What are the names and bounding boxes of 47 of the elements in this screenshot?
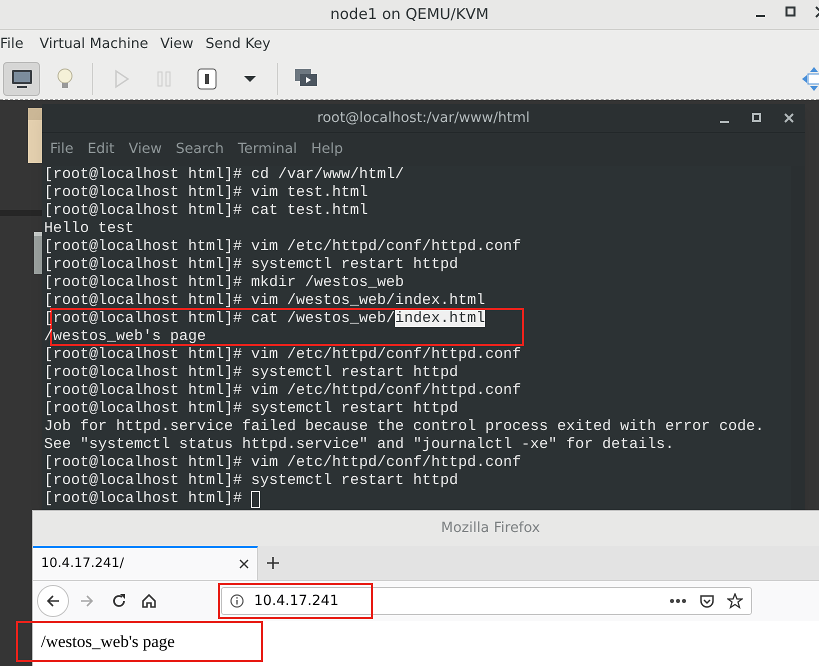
- terminal-line: [root@localhost html]# vim /etc/httpd/conf/httpd.conf: [44, 346, 522, 364]
- menu-item[interactable]: Virtual Machine: [35, 34, 152, 54]
- menu-item[interactable]: View: [156, 34, 198, 54]
- terminal-line: [root@localhost html]# systemctl restart httpd: [44, 400, 458, 418]
- terminal-line: [root@localhost html]# mkdir /westos_web: [44, 274, 404, 292]
- terminal-line: [root@localhost html]# systemctl restart httpd: [44, 364, 458, 382]
- plus-icon[interactable]: [266, 556, 280, 570]
- page-text: /westos_web's page: [41, 632, 175, 651]
- maximize-icon[interactable]: [785, 6, 797, 18]
- menu-item[interactable]: File: [46, 139, 78, 160]
- terminal-line: [root@localhost html]# vim /westos_web/index.html: [44, 292, 486, 310]
- monitor-button[interactable]: [3, 62, 40, 96]
- browser-tab[interactable]: 10.4.17.241/: [33, 546, 258, 580]
- terminal-line: Job for httpd.service failed because the control process exited with error code.: [44, 418, 764, 436]
- terminal-line: [root@localhost html]# systemctl restart httpd: [44, 472, 458, 490]
- terminal-line: [root@localhost html]# vim /etc/httpd/conf/httpd.conf: [44, 382, 522, 400]
- more-icon[interactable]: [669, 598, 687, 604]
- reload-icon[interactable]: [111, 593, 127, 609]
- terminal-line: See "systemctl status httpd.service" and "journalctl -xe" for details.: [44, 436, 674, 454]
- close-icon[interactable]: [783, 112, 795, 124]
- menu-item[interactable]: Edit: [83, 139, 119, 160]
- menu-item[interactable]: Terminal: [234, 139, 302, 160]
- window-title: Mozilla Firefox: [441, 519, 540, 538]
- menu-item[interactable]: Send Key: [201, 34, 275, 54]
- caret-icon: [244, 76, 256, 82]
- terminal-line: [root@localhost html]# cat test.html: [44, 202, 368, 220]
- info-icon[interactable]: [230, 594, 244, 608]
- home-icon[interactable]: [141, 593, 157, 609]
- terminal-line: Hello test: [44, 220, 134, 238]
- pocket-icon[interactable]: [699, 593, 715, 609]
- window-title: node1 on QEMU/KVM: [330, 4, 489, 26]
- star-icon[interactable]: [727, 593, 743, 609]
- menu-item[interactable]: Search: [172, 139, 228, 160]
- menu-item[interactable]: Help: [307, 139, 347, 160]
- terminal-line: [root@localhost html]# vim /etc/httpd/conf/httpd.conf: [44, 454, 522, 472]
- close-icon[interactable]: [239, 559, 249, 569]
- maximize-icon[interactable]: [751, 112, 763, 124]
- menu-item[interactable]: File: [0, 34, 32, 54]
- back-arrow-icon: [45, 593, 61, 609]
- window-title: root@localhost:/var/www/html: [317, 108, 530, 128]
- terminal-line: [root@localhost html]# vim /etc/httpd/conf/httpd.conf: [44, 238, 522, 256]
- terminal-line: [root@localhost html]# cd /var/www/html/: [44, 166, 404, 184]
- back-button[interactable]: [37, 585, 69, 617]
- menu-item[interactable]: View: [124, 139, 166, 160]
- terminal-line: [root@localhost html]#: [44, 490, 244, 508]
- terminal-line: [root@localhost html]# systemctl restart httpd: [44, 256, 458, 274]
- terminal-line: [root@localhost html]# vim test.html: [44, 184, 368, 202]
